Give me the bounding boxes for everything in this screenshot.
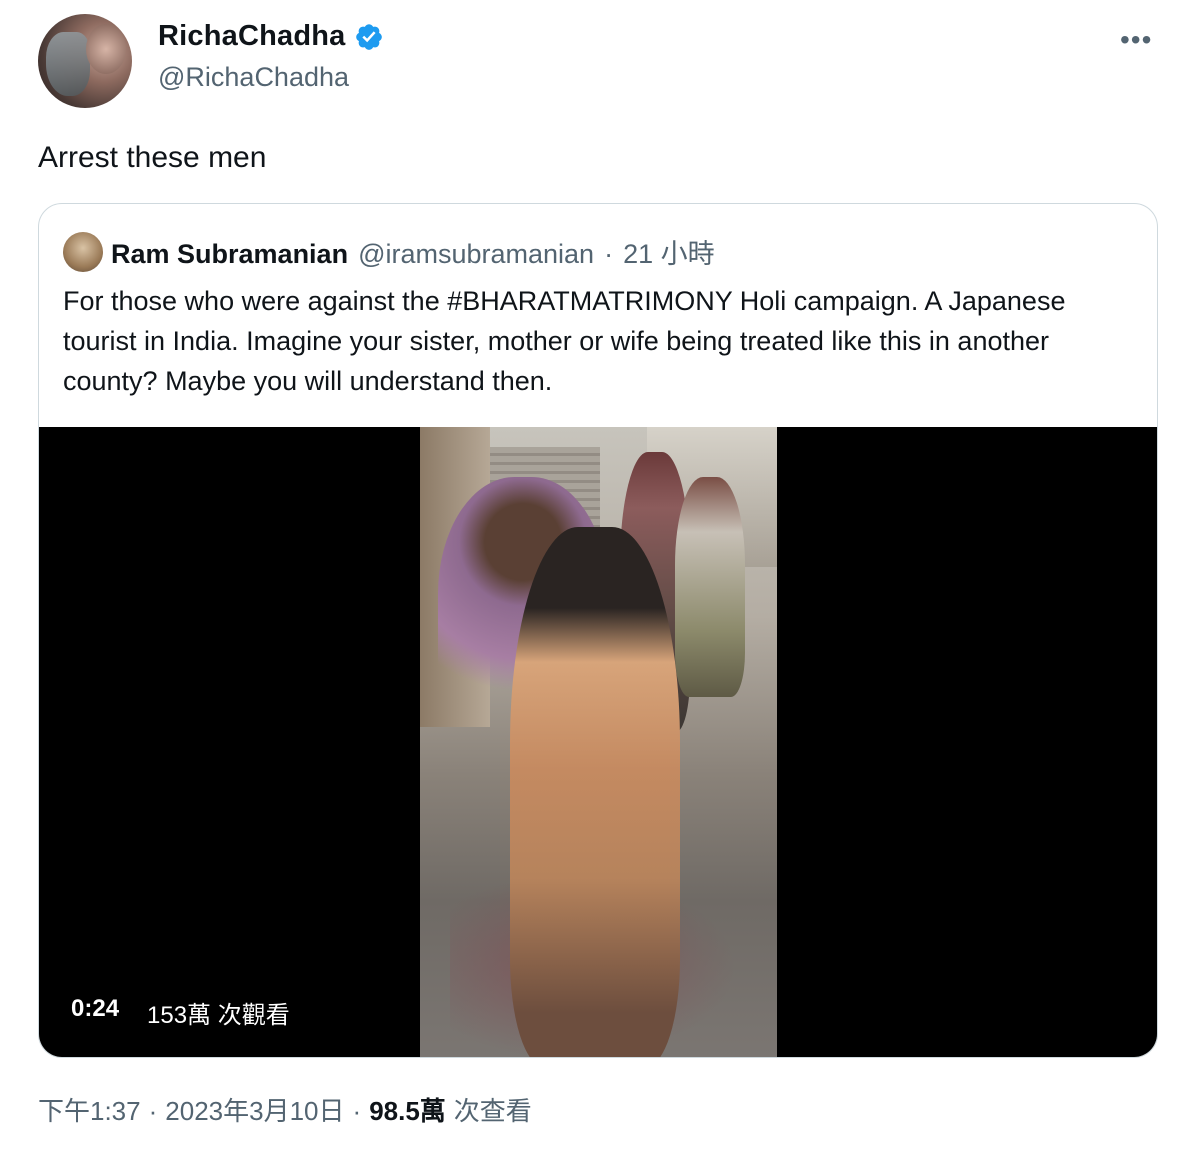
verified-badge-icon [355,23,382,50]
tweet-footer: 下午1:37 · 2023年3月10日 · 98.5萬 次查看 [38,1091,532,1128]
footer-separator: · [148,1096,158,1126]
author-name-row: RichaChadha [158,20,384,53]
tweet-date[interactable]: 2023年3月10日 [165,1091,344,1128]
quoted-time[interactable]: 21 小時 [623,232,715,271]
tweet-detail: RichaChadha @RichaChadha ••• Arrest thes… [0,0,1200,1152]
video-view-count: 153萬 次觀看 [147,1002,290,1029]
tweet-views-label: 次查看 [453,1096,532,1126]
author-handle[interactable]: @RichaChadha [158,62,349,93]
quoted-author-name[interactable]: Ram Subramanian [111,239,348,270]
video-duration: 0:24 [71,995,120,1022]
quoted-tweet-header: Ram Subramanian @iramsubramanian · 21 小時 [111,232,715,271]
more-options-icon[interactable]: ••• [1120,24,1152,56]
author-display-name[interactable]: RichaChadha [158,20,346,53]
quoted-tweet-card[interactable]: Ram Subramanian @iramsubramanian · 21 小時… [38,203,1158,1058]
video-frame[interactable] [420,427,777,1057]
quoted-separator: · [604,239,614,269]
quoted-author-handle[interactable]: @iramsubramanian [358,239,594,270]
quoted-tweet-text: For those who were against the #BHARATMA… [63,286,1066,396]
tweet-text: Arrest these men [38,141,267,174]
video-player[interactable]: 0:24 153萬 次觀看 [39,427,1157,1057]
quoted-author-avatar[interactable] [63,232,103,272]
author-avatar[interactable] [38,14,132,108]
tweet-time[interactable]: 下午1:37 [38,1091,141,1128]
tweet-views-count: 98.5萬 [369,1096,446,1126]
footer-separator-2: · [352,1096,362,1126]
